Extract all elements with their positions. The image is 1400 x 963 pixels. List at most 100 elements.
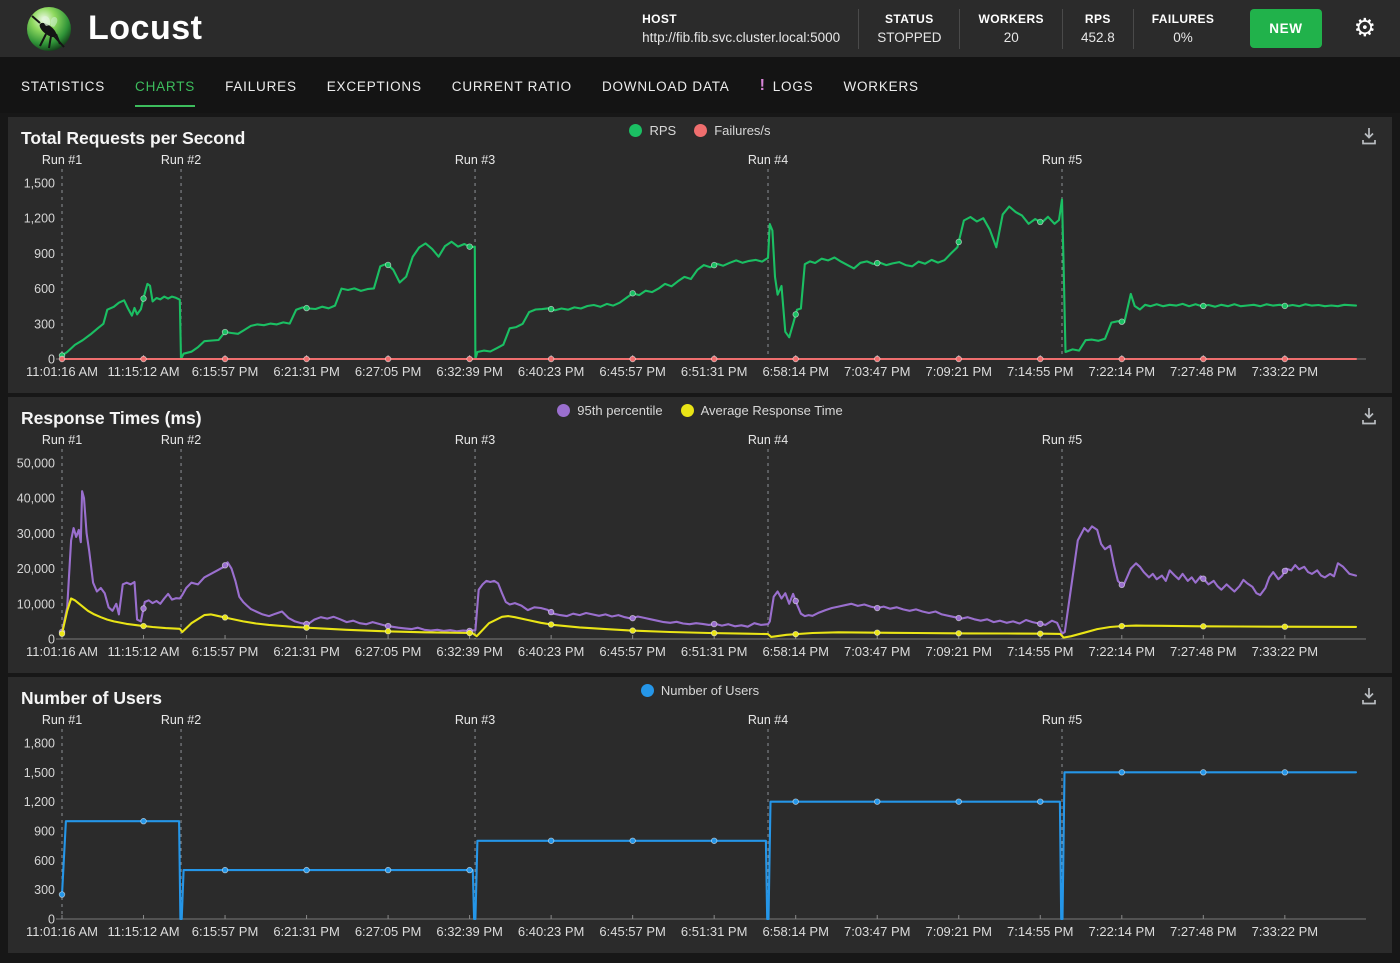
svg-text:11:15:12 AM: 11:15:12 AM bbox=[107, 924, 179, 939]
svg-text:11:15:12 AM: 11:15:12 AM bbox=[107, 364, 179, 379]
svg-text:20,000: 20,000 bbox=[17, 562, 55, 576]
rps-value: 452.8 bbox=[1081, 30, 1115, 45]
svg-text:30,000: 30,000 bbox=[17, 527, 55, 541]
svg-text:7:14:55 PM: 7:14:55 PM bbox=[1007, 924, 1074, 939]
svg-text:7:09:21 PM: 7:09:21 PM bbox=[925, 364, 992, 379]
svg-text:6:15:57 PM: 6:15:57 PM bbox=[192, 364, 259, 379]
svg-text:6:21:31 PM: 6:21:31 PM bbox=[273, 364, 340, 379]
svg-text:7:22:14 PM: 7:22:14 PM bbox=[1089, 644, 1156, 659]
host-label: HOST bbox=[642, 12, 840, 26]
tab-statistics[interactable]: STATISTICS bbox=[21, 63, 105, 107]
svg-text:Run #4: Run #4 bbox=[748, 433, 788, 447]
tab-label: CURRENT RATIO bbox=[452, 79, 572, 94]
main-nav: STATISTICS CHARTS FAILURES EXCEPTIONS CURREN… bbox=[0, 57, 1400, 113]
chart-panel-users: 11:01:16 AM11:15:12 AM6:15:57 PM6:21:31 … bbox=[8, 677, 1392, 953]
settings-gear-icon[interactable]: ⚙ bbox=[1348, 12, 1382, 45]
svg-text:Run #1: Run #1 bbox=[42, 713, 82, 727]
svg-text:7:27:48 PM: 7:27:48 PM bbox=[1170, 364, 1237, 379]
svg-text:0: 0 bbox=[48, 913, 55, 927]
svg-text:6:21:31 PM: 6:21:31 PM bbox=[273, 924, 340, 939]
tab-exceptions[interactable]: EXCEPTIONS bbox=[327, 63, 422, 107]
svg-text:11:01:16 AM: 11:01:16 AM bbox=[26, 364, 98, 379]
failures-value: 0% bbox=[1173, 30, 1193, 45]
svg-text:1,200: 1,200 bbox=[24, 212, 55, 226]
status-label: STATUS bbox=[885, 12, 934, 26]
svg-text:7:14:55 PM: 7:14:55 PM bbox=[1007, 644, 1074, 659]
svg-text:6:58:14 PM: 6:58:14 PM bbox=[762, 644, 829, 659]
new-test-button[interactable]: NEW bbox=[1250, 9, 1321, 48]
tab-label: CHARTS bbox=[135, 79, 195, 94]
requests-chart-svg: 11:01:16 AM 11:15:12 AM 6:15:57 PM 6:21:31 … bbox=[8, 117, 1392, 393]
svg-text:Run #3: Run #3 bbox=[455, 433, 495, 447]
svg-text:7:33:22 PM: 7:33:22 PM bbox=[1252, 364, 1319, 379]
svg-text:6:40:23 PM: 6:40:23 PM bbox=[518, 924, 585, 939]
svg-text:6:45:57 PM: 6:45:57 PM bbox=[599, 644, 666, 659]
svg-text:600: 600 bbox=[34, 282, 55, 296]
header-status-bar: HOST http://fib.fib.svc.cluster.local:50… bbox=[624, 9, 1382, 49]
status-block: STATUS STOPPED bbox=[859, 12, 959, 45]
series-line-average-response-time bbox=[62, 599, 1356, 638]
rps-block: RPS 452.8 bbox=[1063, 12, 1133, 45]
svg-text:6:32:39 PM: 6:32:39 PM bbox=[436, 644, 503, 659]
workers-label: WORKERS bbox=[978, 12, 1043, 26]
failures-label: FAILURES bbox=[1152, 12, 1215, 26]
svg-text:7:27:48 PM: 7:27:48 PM bbox=[1170, 644, 1237, 659]
chart-title-users: Number of Users bbox=[21, 688, 162, 709]
svg-text:Run #2: Run #2 bbox=[161, 713, 201, 727]
download-chart-icon[interactable] bbox=[1358, 685, 1380, 707]
chart-title-response-times: Response Times (ms) bbox=[21, 408, 202, 429]
download-chart-icon[interactable] bbox=[1358, 405, 1380, 427]
response-times-chart-svg: 11:01:16 AM11:15:12 AM6:15:57 PM6:21:31 … bbox=[8, 397, 1392, 673]
svg-text:6:51:31 PM: 6:51:31 PM bbox=[681, 924, 748, 939]
svg-text:600: 600 bbox=[34, 854, 55, 868]
download-chart-icon[interactable] bbox=[1358, 125, 1380, 147]
tab-download-data[interactable]: DOWNLOAD DATA bbox=[602, 63, 730, 107]
svg-text:6:27:05 PM: 6:27:05 PM bbox=[355, 924, 422, 939]
tab-label: LOGS bbox=[773, 79, 814, 94]
host-block: HOST http://fib.fib.svc.cluster.local:50… bbox=[624, 12, 858, 45]
svg-text:Run #4: Run #4 bbox=[748, 153, 788, 167]
svg-text:900: 900 bbox=[34, 247, 55, 261]
svg-text:7:33:22 PM: 7:33:22 PM bbox=[1252, 644, 1319, 659]
svg-text:50,000: 50,000 bbox=[17, 457, 55, 471]
svg-text:6:40:23 PM: 6:40:23 PM bbox=[518, 364, 585, 379]
host-value: http://fib.fib.svc.cluster.local:5000 bbox=[642, 30, 840, 45]
svg-text:0: 0 bbox=[48, 353, 55, 367]
svg-text:6:51:31 PM: 6:51:31 PM bbox=[681, 364, 748, 379]
svg-text:Run #1: Run #1 bbox=[42, 153, 82, 167]
svg-text:11:01:16 AM: 11:01:16 AM bbox=[26, 644, 98, 659]
svg-text:7:03:47 PM: 7:03:47 PM bbox=[844, 924, 911, 939]
charts-page: 11:01:16 AM 11:15:12 AM 6:15:57 PM 6:21:31 … bbox=[0, 113, 1400, 953]
svg-text:Run #2: Run #2 bbox=[161, 153, 201, 167]
app-header: Locust HOST http://fib.fib.svc.cluster.l… bbox=[0, 0, 1400, 57]
svg-text:7:09:21 PM: 7:09:21 PM bbox=[925, 644, 992, 659]
tab-workers[interactable]: WORKERS bbox=[843, 63, 918, 107]
svg-text:1,500: 1,500 bbox=[24, 177, 55, 191]
svg-text:7:14:55 PM: 7:14:55 PM bbox=[1007, 364, 1074, 379]
svg-text:6:58:14 PM: 6:58:14 PM bbox=[762, 924, 829, 939]
tab-logs[interactable]: !LOGS bbox=[760, 63, 814, 107]
rps-label: RPS bbox=[1085, 12, 1111, 26]
svg-text:7:22:14 PM: 7:22:14 PM bbox=[1089, 924, 1156, 939]
svg-text:6:45:57 PM: 6:45:57 PM bbox=[599, 924, 666, 939]
tab-current-ratio[interactable]: CURRENT RATIO bbox=[452, 63, 572, 107]
svg-text:1,200: 1,200 bbox=[24, 795, 55, 809]
svg-text:6:21:31 PM: 6:21:31 PM bbox=[273, 644, 340, 659]
tab-label: FAILURES bbox=[225, 79, 297, 94]
svg-text:7:22:14 PM: 7:22:14 PM bbox=[1089, 364, 1156, 379]
brand: Locust bbox=[26, 6, 202, 52]
workers-value: 20 bbox=[1004, 30, 1019, 45]
svg-text:300: 300 bbox=[34, 317, 55, 331]
svg-text:1,500: 1,500 bbox=[24, 766, 55, 780]
svg-text:Run #1: Run #1 bbox=[42, 433, 82, 447]
svg-text:Run #2: Run #2 bbox=[161, 433, 201, 447]
tab-label: EXCEPTIONS bbox=[327, 79, 422, 94]
tab-charts[interactable]: CHARTS bbox=[135, 63, 195, 107]
tab-label: DOWNLOAD DATA bbox=[602, 79, 730, 94]
svg-text:6:27:05 PM: 6:27:05 PM bbox=[355, 644, 422, 659]
svg-text:Run #3: Run #3 bbox=[455, 713, 495, 727]
tab-label: STATISTICS bbox=[21, 79, 105, 94]
svg-text:1,800: 1,800 bbox=[24, 737, 55, 751]
tab-failures[interactable]: FAILURES bbox=[225, 63, 297, 107]
svg-text:Run #3: Run #3 bbox=[455, 153, 495, 167]
